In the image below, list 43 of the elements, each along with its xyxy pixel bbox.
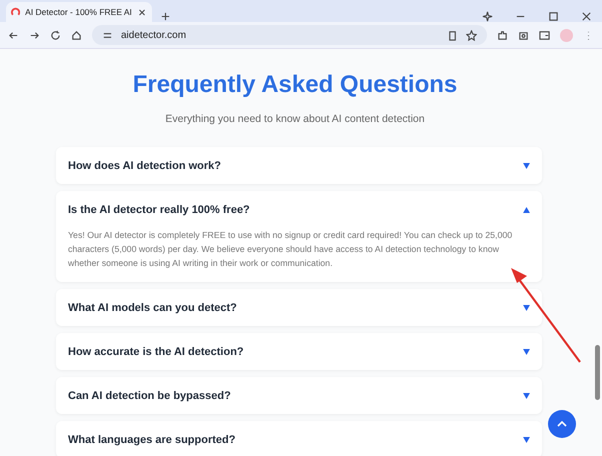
faq-card[interactable]: Can AI detection be bypassed? [56,377,542,414]
faq-answer: Yes! Our AI detector is completely FREE to use with no signup or credit card required! You can check up to 25,000 characters (5,000 words) per day. We believe everyone should have access to AI detection technology to know whether someone is using AI writing in their work or communication. [68,229,514,270]
back-to-top-button[interactable] [548,410,576,438]
faq-card[interactable]: How accurate is the AI detection? [56,333,542,370]
reload-icon[interactable] [50,30,61,40]
address-bar[interactable]: aidetector.com [92,25,487,45]
site-logo-icon [11,7,20,17]
caret-down-icon[interactable] [523,348,530,354]
close-icon[interactable] [581,11,592,22]
caret-down-icon[interactable] [523,436,530,442]
faq-question: How accurate is the AI detection? [68,346,244,358]
camera-icon[interactable] [518,30,529,40]
scrollbar-thumb[interactable] [595,345,600,400]
faq-question: What AI models can you detect? [68,302,237,314]
close-icon[interactable] [136,6,147,18]
faq-card[interactable]: What AI models can you detect? [56,289,542,326]
url-text: aidetector.com [121,30,188,40]
clipboard-icon[interactable] [447,30,458,40]
browser-tab[interactable]: AI Detector - 100% FREE AI [6,2,152,22]
home-icon[interactable] [71,30,82,40]
page-subtitle: Everything you need to know about AI content detection [165,113,425,125]
faq-question: How does AI detection work? [68,160,221,172]
caret-down-icon[interactable] [523,392,530,398]
faq-card[interactable]: What languages are supported? [56,421,542,456]
page-title: Frequently Asked Questions [132,71,458,99]
faq-question: Can AI detection be bypassed? [68,390,231,402]
faq-card[interactable] [56,191,542,282]
chevron-up-icon [557,421,567,427]
caret-up-icon[interactable] [523,206,530,212]
plus-icon[interactable] [160,11,171,22]
caret-down-icon[interactable] [523,304,530,310]
extensions-icon[interactable] [497,30,508,40]
caret-down-icon[interactable] [523,162,530,168]
faq-card[interactable]: How does AI detection work? [56,147,542,184]
maximize-icon[interactable] [548,11,559,22]
back-icon[interactable] [8,30,19,40]
star-icon[interactable] [466,30,477,40]
forward-icon[interactable] [29,30,40,40]
sparkle-icon[interactable] [482,11,493,22]
tab-title: AI Detector - 100% FREE AI [25,7,132,17]
faq-question: What languages are supported? [68,434,236,446]
reader-icon[interactable] [539,30,550,40]
faq-question: Is the AI detector really 100% free? [68,204,250,216]
